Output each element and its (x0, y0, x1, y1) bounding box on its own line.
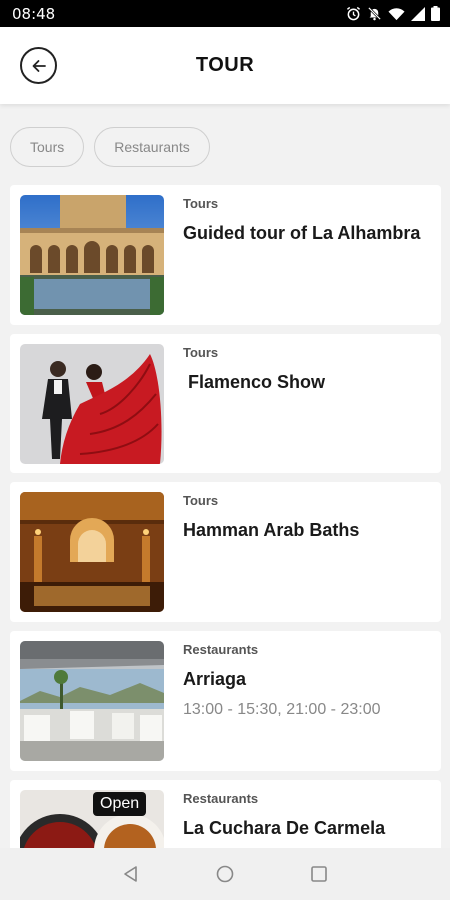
app-bar: TOUR (0, 27, 450, 104)
item-category: Restaurants (183, 642, 259, 657)
open-badge: Open (93, 792, 147, 816)
square-recents-icon (311, 866, 327, 882)
nav-back-button[interactable] (119, 862, 143, 886)
back-button[interactable] (20, 47, 57, 84)
tour-list: Tours Guided tour of La Alhambra Tours F… (10, 185, 441, 900)
wifi-icon (388, 7, 405, 20)
circle-home-icon (216, 865, 234, 883)
notifications-off-icon (368, 7, 381, 21)
thumbnail-image (20, 492, 164, 612)
item-title: Arriaga (183, 669, 247, 689)
list-item[interactable]: Tours Flamenco Show (10, 334, 441, 473)
list-item[interactable]: Restaurants Arriaga 13:00 - 15:30, 21:00… (10, 631, 441, 771)
item-title: Hamman Arab Baths (183, 520, 360, 540)
alarm-icon (346, 6, 361, 21)
status-time: 08:48 (12, 4, 56, 23)
thumbnail-image (20, 641, 164, 761)
arrow-left-icon (32, 59, 46, 72)
item-category: Tours (183, 493, 219, 508)
thumbnail-image (20, 344, 164, 464)
list-item[interactable]: Tours Hamman Arab Baths (10, 482, 441, 622)
list-item[interactable]: Tours Guided tour of La Alhambra (10, 185, 441, 325)
nav-recents-button[interactable] (307, 862, 331, 886)
system-navigation-bar (0, 848, 450, 900)
item-title: Flamenco Show (183, 372, 326, 392)
page-title: TOUR (195, 54, 255, 76)
filter-chip-restaurants[interactable]: Restaurants (94, 127, 210, 167)
battery-icon (431, 6, 440, 21)
filter-chips: Tours Restaurants (10, 127, 210, 167)
status-bar: 08:48 (0, 0, 450, 27)
status-icons (346, 6, 440, 21)
item-category: Restaurants (183, 791, 259, 806)
filter-chip-tours[interactable]: Tours (10, 127, 85, 167)
item-category: Tours (183, 196, 219, 211)
triangle-back-icon (124, 866, 137, 882)
item-opening-hours: 13:00 - 15:30, 21:00 - 23:00 (183, 701, 381, 718)
item-category: Tours (183, 345, 219, 360)
item-title: La Cuchara De Carmela (183, 818, 386, 838)
nav-home-button[interactable] (213, 862, 237, 886)
signal-icon (411, 6, 425, 21)
item-title: Guided tour of La Alhambra (183, 223, 421, 243)
thumbnail-image (20, 195, 164, 315)
